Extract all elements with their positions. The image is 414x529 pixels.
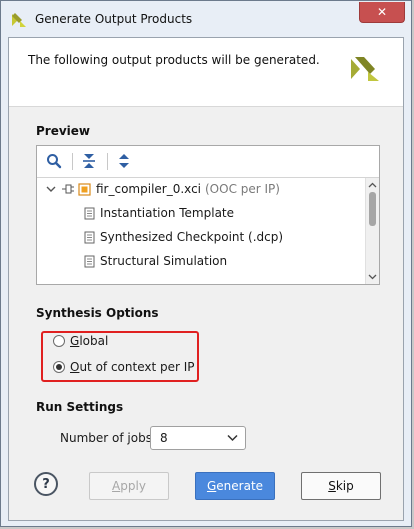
toolbar-separator xyxy=(72,153,73,170)
radio-button-out-of-context[interactable] xyxy=(53,361,65,373)
close-icon: ✕ xyxy=(376,5,388,19)
help-button[interactable]: ? xyxy=(34,472,58,496)
search-button[interactable] xyxy=(45,152,63,170)
tree-root-row[interactable]: fir_compiler_0.xci (OOC per IP) xyxy=(37,178,280,200)
generate-button-label: Generate xyxy=(206,479,264,493)
run-settings-label: Run Settings xyxy=(36,400,124,414)
preview-panel: fir_compiler_0.xci (OOC per IP) Instanti… xyxy=(36,145,380,285)
chevron-down-icon xyxy=(368,274,377,280)
window-title: Generate Output Products xyxy=(35,12,193,26)
radio-out-of-context[interactable]: Out of context per IP xyxy=(53,358,195,376)
chevron-down-icon xyxy=(227,434,238,442)
synthesis-options-label: Synthesis Options xyxy=(36,306,159,320)
ip-core-icon xyxy=(78,182,91,196)
vivado-logo-icon xyxy=(12,13,26,27)
tree-item[interactable]: Structural Simulation xyxy=(83,250,227,272)
skip-button-label: Skip xyxy=(328,479,354,493)
expand-all-button[interactable] xyxy=(115,152,133,170)
collapse-all-icon xyxy=(83,154,95,168)
ip-hierarchy-icon xyxy=(62,184,74,194)
scroll-down-button[interactable] xyxy=(366,270,379,284)
number-of-jobs-label: Number of jobs: xyxy=(60,431,156,445)
radio-button-global[interactable] xyxy=(53,335,65,347)
document-icon xyxy=(84,207,95,219)
chevron-down-icon[interactable] xyxy=(45,183,57,195)
collapse-all-button[interactable] xyxy=(80,152,98,170)
chevron-up-icon xyxy=(368,182,377,188)
number-of-jobs-value: 8 xyxy=(160,431,168,445)
tree-item[interactable]: Synthesized Checkpoint (.dcp) xyxy=(83,226,283,248)
radio-out-of-context-label: Out of context per IP xyxy=(70,360,195,374)
tree-item-label: Structural Simulation xyxy=(100,254,228,268)
radio-global[interactable]: Global xyxy=(53,332,108,350)
header-banner: The following output products will be ge… xyxy=(9,38,403,107)
toolbar-separator xyxy=(107,153,108,170)
vertical-scrollbar[interactable] xyxy=(365,178,379,284)
close-button[interactable]: ✕ xyxy=(359,2,405,23)
tree-item-label: Synthesized Checkpoint (.dcp) xyxy=(100,230,284,244)
preview-toolbar xyxy=(37,146,379,178)
scroll-thumb[interactable] xyxy=(369,192,376,226)
search-icon xyxy=(47,154,62,169)
generate-button[interactable]: Generate xyxy=(195,472,275,500)
expand-all-icon xyxy=(119,154,129,168)
scroll-up-button[interactable] xyxy=(366,178,379,192)
preview-label: Preview xyxy=(36,124,91,138)
dialog-content: The following output products will be ge… xyxy=(8,37,404,521)
number-of-jobs-select[interactable]: 8 xyxy=(150,426,246,450)
skip-button[interactable]: Skip xyxy=(301,472,381,500)
dialog-window: Generate Output Products ✕ The following… xyxy=(0,0,412,527)
tree-root-name: fir_compiler_0.xci xyxy=(96,182,201,196)
tree-item[interactable]: Instantiation Template xyxy=(83,202,234,224)
preview-tree: fir_compiler_0.xci (OOC per IP) Instanti… xyxy=(37,178,365,284)
help-icon: ? xyxy=(42,476,50,492)
tree-item-label: Instantiation Template xyxy=(100,206,235,220)
header-message: The following output products will be ge… xyxy=(28,53,320,67)
radio-global-label: Global xyxy=(70,334,109,348)
tree-root-suffix: (OOC per IP) xyxy=(205,182,280,196)
title-bar[interactable]: Generate Output Products ✕ xyxy=(1,1,411,37)
apply-button[interactable]: Apply xyxy=(89,472,169,500)
document-icon xyxy=(84,231,95,243)
apply-button-label: Apply xyxy=(112,479,146,493)
document-icon xyxy=(84,255,95,267)
xilinx-logo-icon xyxy=(351,57,379,81)
